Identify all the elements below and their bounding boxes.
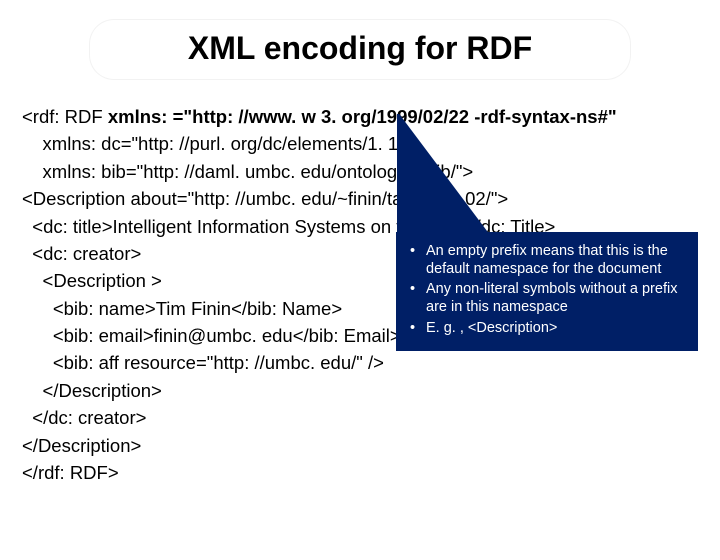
- code-line-11: </Description>: [22, 380, 162, 401]
- code-line-14: </rdf: RDF>: [22, 462, 119, 483]
- code-line-13: </Description>: [22, 435, 141, 456]
- code-line-9: <bib: email>finin@umbc. edu</bib: Email>: [22, 325, 401, 346]
- code-line-12: </dc: creator>: [22, 407, 146, 428]
- slide-title-container: XML encoding for RDF: [90, 20, 630, 79]
- code-line-4: <Description about="http: //umbc. edu/~f…: [22, 188, 508, 209]
- code-line-1a: <rdf: RDF: [22, 106, 108, 127]
- code-line-6: <dc: creator>: [22, 243, 141, 264]
- code-line-7: <Description >: [22, 270, 162, 291]
- code-line-1b: xmlns: ="http: //www. w 3. org/1999/02/2…: [108, 106, 617, 127]
- callout-item: An empty prefix means that this is the d…: [422, 242, 686, 278]
- callout-list: An empty prefix means that this is the d…: [408, 242, 686, 337]
- code-line-3: xmlns: bib="http: //daml. umbc. edu/onto…: [22, 161, 473, 182]
- callout-item: Any non-literal symbols without a prefix…: [422, 280, 686, 316]
- callout-box: An empty prefix means that this is the d…: [396, 232, 698, 351]
- code-line-8: <bib: name>Tim Finin</bib: Name>: [22, 298, 342, 319]
- slide-title: XML encoding for RDF: [90, 30, 630, 67]
- code-line-10: <bib: aff resource="http: //umbc. edu/" …: [22, 352, 384, 373]
- callout-item: E. g. , <Description>: [422, 319, 686, 337]
- code-line-2: xmlns: dc="http: //purl. org/dc/elements…: [22, 133, 410, 154]
